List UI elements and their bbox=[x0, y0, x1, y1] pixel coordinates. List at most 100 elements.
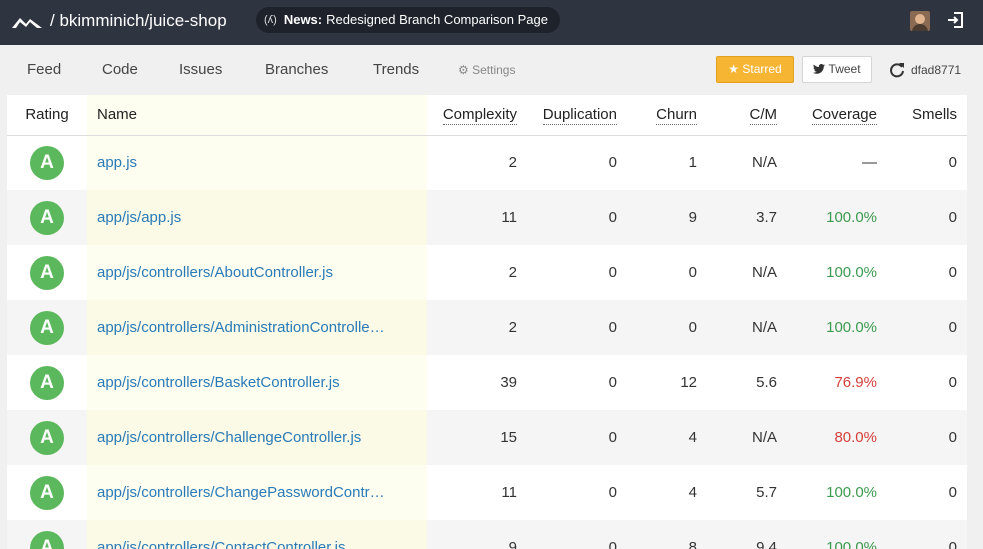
grade-badge[interactable]: A bbox=[30, 420, 64, 455]
starred-button[interactable]: ★ Starred bbox=[716, 56, 794, 83]
churn-cell: 0 bbox=[627, 245, 707, 300]
refresh-icon bbox=[890, 63, 904, 78]
tweet-label: Tweet bbox=[828, 62, 861, 76]
coverage-cell: 76.9% bbox=[787, 355, 887, 410]
rating-cell: A bbox=[7, 410, 87, 465]
rating-cell: A bbox=[7, 520, 87, 549]
cm-cell: 5.6 bbox=[707, 355, 787, 410]
sign-out-icon[interactable] bbox=[946, 11, 964, 29]
cm-cell: N/A bbox=[707, 135, 787, 190]
tab-issues[interactable]: Issues bbox=[179, 61, 222, 78]
complexity-cell: 2 bbox=[427, 135, 527, 190]
complexity-cell: 9 bbox=[427, 520, 527, 549]
column-coverage[interactable]: Coverage bbox=[787, 95, 887, 136]
tab-code[interactable]: Code bbox=[102, 61, 138, 78]
grade-badge[interactable]: A bbox=[30, 200, 64, 235]
smells-cell: 0 bbox=[887, 355, 967, 410]
complexity-cell: 39 bbox=[427, 355, 527, 410]
codeclimate-logo-icon[interactable] bbox=[12, 12, 42, 30]
table-row[interactable]: Aapp/js/controllers/ChallengeController.… bbox=[7, 410, 967, 465]
coverage-cell: 100.0% bbox=[787, 520, 887, 549]
column-cm[interactable]: C/M bbox=[707, 95, 787, 136]
rating-cell: A bbox=[7, 245, 87, 300]
table-row[interactable]: Aapp/js/controllers/AdministrationContro… bbox=[7, 300, 967, 355]
smells-cell: 0 bbox=[887, 410, 967, 465]
twitter-icon bbox=[813, 64, 826, 74]
churn-cell: 1 bbox=[627, 135, 707, 190]
star-icon: ★ bbox=[728, 62, 740, 76]
tab-trends[interactable]: Trends bbox=[373, 61, 419, 78]
smells-cell: 0 bbox=[887, 300, 967, 355]
duplication-cell: 0 bbox=[527, 465, 627, 520]
settings-link[interactable]: ⚙ Settings bbox=[458, 63, 515, 77]
column-churn[interactable]: Churn bbox=[627, 95, 707, 136]
name-cell: app/js/controllers/BasketController.js bbox=[87, 355, 427, 410]
cm-cell: 3.7 bbox=[707, 190, 787, 245]
top-bar: / bkimminich/juice-shop (ʎ) News: Redesi… bbox=[0, 0, 983, 45]
table-row[interactable]: Aapp/js/controllers/ChangePasswordContr…… bbox=[7, 465, 967, 520]
name-cell: app.js bbox=[87, 135, 427, 190]
complexity-cell: 2 bbox=[427, 300, 527, 355]
tab-branches[interactable]: Branches bbox=[265, 61, 328, 78]
rating-cell: A bbox=[7, 190, 87, 245]
column-complexity[interactable]: Complexity bbox=[427, 95, 527, 136]
name-cell: app/js/controllers/ChallengeController.j… bbox=[87, 410, 427, 465]
commit-sha[interactable]: dfad8771 bbox=[889, 62, 961, 78]
churn-cell: 12 bbox=[627, 355, 707, 410]
grade-badge[interactable]: A bbox=[30, 365, 64, 400]
duplication-cell: 0 bbox=[527, 245, 627, 300]
smells-cell: 0 bbox=[887, 465, 967, 520]
files-table: Rating Name Complexity Duplication Churn… bbox=[7, 95, 967, 549]
churn-cell: 8 bbox=[627, 520, 707, 549]
file-link[interactable]: app/js/controllers/AdministrationControl… bbox=[97, 319, 417, 336]
avatar[interactable] bbox=[910, 11, 930, 31]
file-link[interactable]: app/js/app.js bbox=[97, 209, 417, 226]
news-text: Redesigned Branch Comparison Page bbox=[326, 12, 548, 27]
file-link[interactable]: app.js bbox=[97, 154, 417, 171]
table-row[interactable]: Aapp.js 2 0 1 N/A —0 bbox=[7, 135, 967, 190]
churn-cell: 4 bbox=[627, 465, 707, 520]
name-cell: app/js/controllers/ContactController.js bbox=[87, 520, 427, 549]
grade-badge[interactable]: A bbox=[30, 310, 64, 345]
duplication-cell: 0 bbox=[527, 520, 627, 549]
tab-feed[interactable]: Feed bbox=[27, 61, 61, 78]
coverage-cell: 100.0% bbox=[787, 245, 887, 300]
file-link[interactable]: app/js/controllers/BasketController.js bbox=[97, 374, 417, 391]
name-cell: app/js/controllers/AboutController.js bbox=[87, 245, 427, 300]
cm-cell: 5.7 bbox=[707, 465, 787, 520]
table-row[interactable]: Aapp/js/controllers/AboutController.js 2 0… bbox=[7, 245, 967, 300]
column-rating[interactable]: Rating bbox=[7, 95, 87, 136]
rating-cell: A bbox=[7, 465, 87, 520]
cm-cell: N/A bbox=[707, 300, 787, 355]
churn-cell: 0 bbox=[627, 300, 707, 355]
table-row[interactable]: Aapp/js/controllers/ContactController.js… bbox=[7, 520, 967, 549]
tweet-button[interactable]: Tweet bbox=[802, 56, 872, 83]
smells-cell: 0 bbox=[887, 135, 967, 190]
duplication-cell: 0 bbox=[527, 410, 627, 465]
coverage-cell: 100.0% bbox=[787, 465, 887, 520]
file-link[interactable]: app/js/controllers/ChangePasswordContr… bbox=[97, 484, 417, 501]
file-link[interactable]: app/js/controllers/ContactController.js bbox=[97, 539, 417, 549]
settings-label: Settings bbox=[472, 63, 516, 77]
duplication-cell: 0 bbox=[527, 300, 627, 355]
repo-title[interactable]: / bkimminich/juice-shop bbox=[50, 10, 227, 32]
news-banner[interactable]: (ʎ) News: Redesigned Branch Comparison P… bbox=[256, 7, 560, 33]
table-header: Rating Name Complexity Duplication Churn… bbox=[7, 95, 967, 136]
grade-badge[interactable]: A bbox=[30, 255, 64, 290]
column-smells[interactable]: Smells bbox=[887, 95, 967, 136]
column-duplication[interactable]: Duplication bbox=[527, 95, 627, 136]
cm-cell: 9.4 bbox=[707, 520, 787, 549]
table-row[interactable]: Aapp/js/controllers/BasketController.js 3… bbox=[7, 355, 967, 410]
coverage-cell: — bbox=[787, 135, 887, 190]
file-link[interactable]: app/js/controllers/AboutController.js bbox=[97, 264, 417, 281]
table-row[interactable]: Aapp/js/app.js 11 0 9 3.7 100.0% 0 bbox=[7, 190, 967, 245]
column-name[interactable]: Name bbox=[87, 95, 427, 136]
smells-cell: 0 bbox=[887, 245, 967, 300]
grade-badge[interactable]: A bbox=[30, 530, 64, 549]
grade-badge[interactable]: A bbox=[30, 145, 64, 180]
cm-cell: N/A bbox=[707, 410, 787, 465]
complexity-cell: 11 bbox=[427, 465, 527, 520]
churn-cell: 9 bbox=[627, 190, 707, 245]
file-link[interactable]: app/js/controllers/ChallengeController.j… bbox=[97, 429, 417, 446]
grade-badge[interactable]: A bbox=[30, 475, 64, 510]
